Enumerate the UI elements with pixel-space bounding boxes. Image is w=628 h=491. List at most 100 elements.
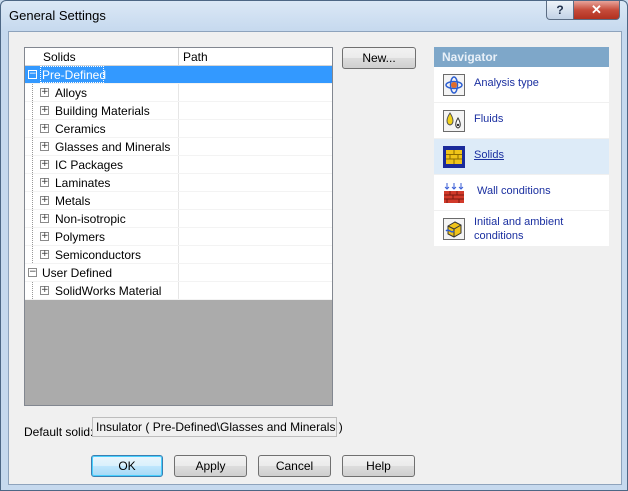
expand-icon[interactable]: +: [40, 142, 49, 151]
collapse-icon[interactable]: −: [28, 268, 37, 277]
column-header-path[interactable]: Path: [183, 50, 208, 64]
tree-row-label: SolidWorks Material: [55, 284, 162, 298]
column-divider: [178, 282, 179, 299]
expand-icon[interactable]: +: [40, 286, 49, 295]
tree-row-label: IC Packages: [55, 158, 124, 172]
tree-guide-line: [32, 84, 33, 101]
column-divider: [178, 192, 179, 209]
column-divider: [178, 246, 179, 263]
tree-row-metals[interactable]: + Metals: [25, 192, 332, 210]
column-header-solids[interactable]: Solids: [43, 50, 76, 64]
tree-guide-line: [32, 138, 33, 155]
nav-item-fluids[interactable]: Fluids: [434, 103, 609, 139]
apply-button[interactable]: Apply: [174, 455, 247, 477]
column-divider: [178, 228, 179, 245]
column-divider: [178, 84, 179, 101]
expand-icon[interactable]: +: [40, 196, 49, 205]
tree-row-ic-packages[interactable]: + IC Packages: [25, 156, 332, 174]
wall-conditions-icon: [443, 182, 465, 204]
tree-guide-line: [32, 246, 33, 263]
collapse-icon[interactable]: −: [28, 70, 37, 79]
expand-icon[interactable]: +: [40, 232, 49, 241]
nav-item-label: Initial and ambient conditions: [474, 215, 563, 243]
help-title-button[interactable]: ?: [546, 1, 574, 20]
help-icon: ?: [556, 3, 564, 17]
column-divider[interactable]: [178, 48, 179, 65]
tree-row-solidworks-material[interactable]: + SolidWorks Material: [25, 282, 332, 300]
default-solid-label: Default solid:: [24, 425, 94, 439]
expand-icon[interactable]: +: [40, 178, 49, 187]
tree-header: Solids Path: [25, 48, 332, 66]
tree-rows: − Pre-Defined + Alloys + Building Materi…: [25, 66, 332, 300]
column-divider: [178, 174, 179, 191]
expand-icon[interactable]: +: [40, 88, 49, 97]
navigator-title: Navigator: [434, 47, 609, 67]
tree-row-laminates[interactable]: + Laminates: [25, 174, 332, 192]
solids-tree[interactable]: Solids Path − Pre-Defined + Alloys + Bui…: [24, 47, 333, 406]
expand-icon[interactable]: +: [40, 106, 49, 115]
tree-guide-line: [32, 156, 33, 173]
initial-conditions-icon: [443, 218, 465, 240]
nav-item-label: Analysis type: [474, 77, 539, 89]
nav-item-solids[interactable]: Solids: [434, 139, 609, 175]
tree-row-pre-defined[interactable]: − Pre-Defined: [25, 66, 332, 84]
tree-guide-line: [32, 228, 33, 245]
column-divider: [178, 156, 179, 173]
nav-item-initial-and-ambient-conditions[interactable]: Initial and ambient conditions: [434, 211, 609, 247]
nav-item-label-line1: Initial and ambient: [474, 216, 564, 228]
tree-row-polymers[interactable]: + Polymers: [25, 228, 332, 246]
tree-row-glasses-and-minerals[interactable]: + Glasses and Minerals: [25, 138, 332, 156]
tree-row-semiconductors[interactable]: + Semiconductors: [25, 246, 332, 264]
tree-guide-line: [32, 210, 33, 227]
tree-row-label: Non-isotropic: [55, 212, 126, 226]
solids-icon: [443, 146, 465, 168]
close-button[interactable]: ✕: [573, 1, 620, 20]
nav-item-label-line2: conditions: [474, 230, 524, 242]
tree-guide-line: [32, 102, 33, 119]
column-divider: [178, 102, 179, 119]
tree-row-alloys[interactable]: + Alloys: [25, 84, 332, 102]
expand-icon[interactable]: +: [40, 214, 49, 223]
title-bar[interactable]: General Settings ? ✕: [1, 1, 627, 31]
tree-row-non-isotropic[interactable]: + Non-isotropic: [25, 210, 332, 228]
tree-row-label: Alloys: [55, 86, 88, 100]
tree-guide-line: [32, 282, 33, 299]
tree-row-label: Polymers: [55, 230, 106, 244]
expand-icon[interactable]: +: [40, 250, 49, 259]
nav-item-label: Fluids: [474, 113, 504, 125]
nav-item-label: Solids: [474, 149, 504, 161]
navigator-panel: Navigator Analysis type Fluids Solids Wa…: [434, 47, 609, 247]
column-divider: [178, 138, 179, 155]
tree-row-user-defined[interactable]: − User Defined: [25, 264, 332, 282]
close-icon: ✕: [591, 2, 602, 17]
fluids-icon: [443, 110, 465, 132]
tree-guide-line: [32, 174, 33, 191]
dialog-body: Solids Path − Pre-Defined + Alloys + Bui…: [8, 31, 622, 485]
tree-row-ceramics[interactable]: + Ceramics: [25, 120, 332, 138]
tree-row-label: Laminates: [55, 176, 111, 190]
window-title: General Settings: [9, 8, 106, 23]
column-divider: [178, 264, 179, 281]
help-button[interactable]: Help: [342, 455, 415, 477]
tree-row-label: Metals: [55, 194, 91, 208]
tree-row-building-materials[interactable]: + Building Materials: [25, 102, 332, 120]
nav-item-analysis-type[interactable]: Analysis type: [434, 67, 609, 103]
tree-row-label: Glasses and Minerals: [55, 140, 171, 154]
ok-button[interactable]: OK: [91, 455, 163, 477]
tree-row-label: Ceramics: [55, 122, 106, 136]
nav-item-wall-conditions[interactable]: Wall conditions: [434, 175, 609, 211]
expand-icon[interactable]: +: [40, 124, 49, 133]
expand-icon[interactable]: +: [40, 160, 49, 169]
tree-row-label: User Defined: [42, 266, 113, 280]
tree-row-label: Building Materials: [55, 104, 150, 118]
tree-row-label: Semiconductors: [55, 248, 142, 262]
column-divider: [178, 210, 179, 227]
analysis-type-icon: [443, 74, 465, 96]
default-solid-field: Insulator ( Pre-Defined\Glasses and Mine…: [92, 417, 343, 437]
new-button[interactable]: New...: [342, 47, 416, 69]
nav-item-label: Wall conditions: [477, 185, 551, 197]
cancel-button[interactable]: Cancel: [258, 455, 331, 477]
column-divider: [178, 120, 179, 137]
general-settings-window: General Settings ? ✕ Solids Path − Pre-D…: [0, 0, 628, 491]
tree-guide-line: [32, 192, 33, 209]
